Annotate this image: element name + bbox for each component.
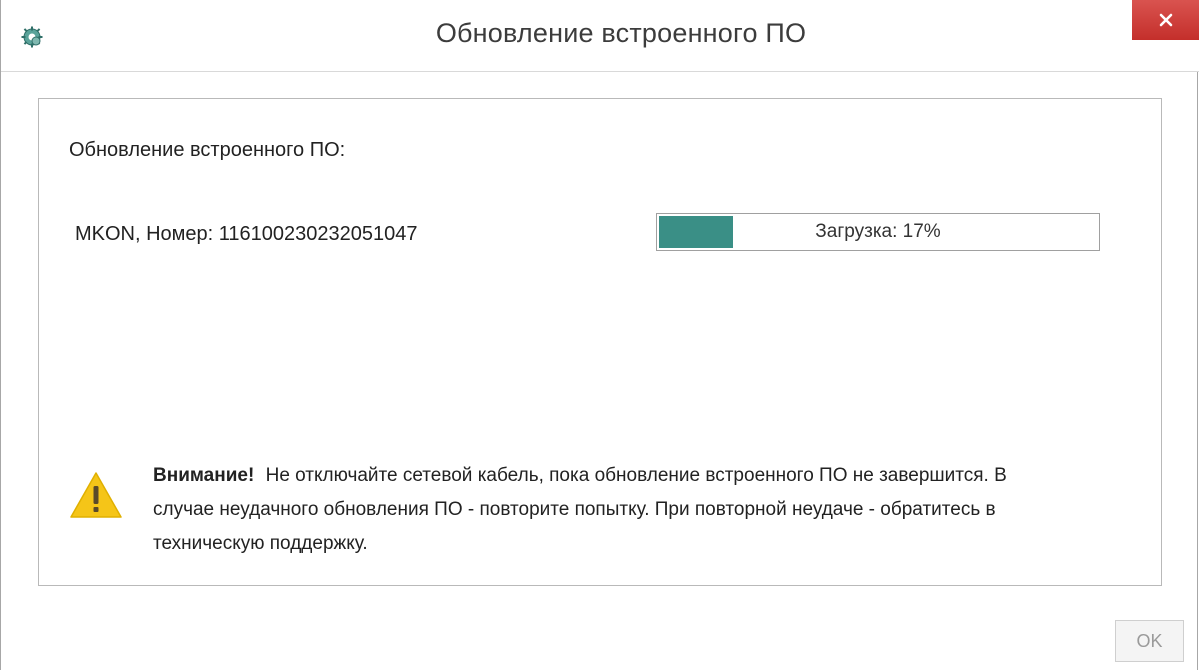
warning-icon (69, 471, 123, 519)
progress-text: Загрузка: 17% (815, 221, 941, 242)
firmware-update-dialog: Обновление встроенного ПО Обновление вст… (0, 0, 1199, 670)
content-panel: Обновление встроенного ПО: MKON, Номер: … (38, 98, 1162, 586)
warning-message: Не отключайте сетевой кабель, пока обнов… (153, 465, 1007, 554)
upload-progress-bar: Загрузка: 17% (656, 213, 1100, 251)
ok-button[interactable]: OK (1115, 620, 1184, 662)
device-label: MKON, Номер: 116100230232051047 (75, 223, 418, 245)
close-button[interactable] (1132, 0, 1199, 40)
close-icon (1159, 13, 1173, 27)
warning-message-block: Внимание! Не отключайте сетевой кабель, … (153, 459, 1073, 561)
warning-title: Внимание! (153, 465, 255, 486)
section-heading: Обновление встроенного ПО: (69, 139, 346, 161)
title-bar[interactable]: Обновление встроенного ПО (1, 0, 1199, 72)
window-title: Обновление встроенного ПО (435, 18, 807, 48)
